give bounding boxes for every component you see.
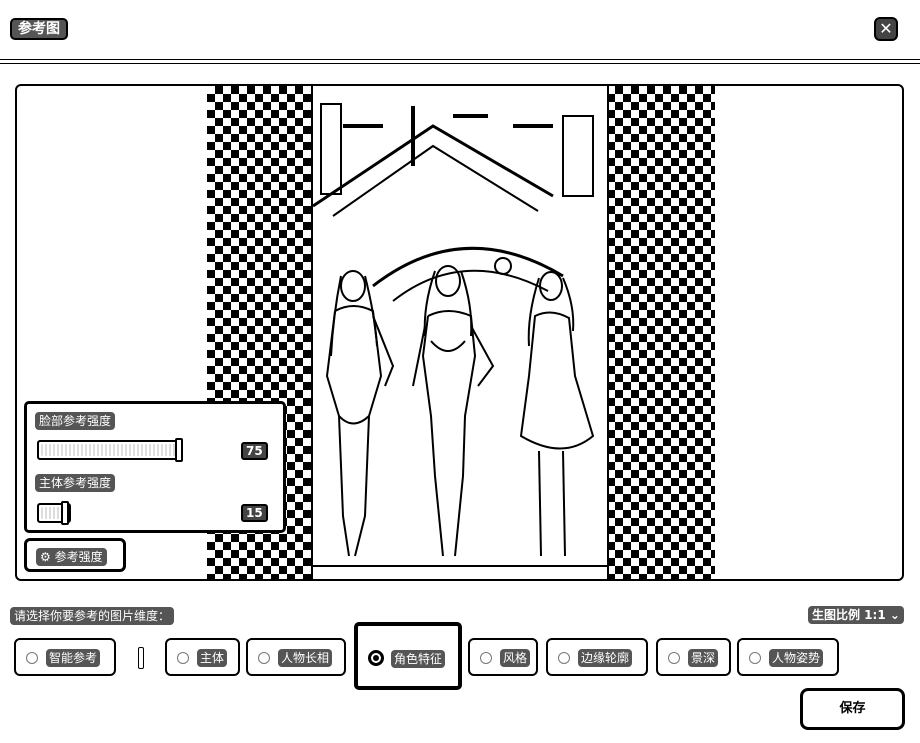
radio-icon <box>749 652 761 664</box>
dimension-option-label: 景深 <box>688 649 719 667</box>
dimension-option-subject[interactable]: 主体 <box>165 638 240 676</box>
face-strength-fill <box>41 444 177 456</box>
sliders-icon: ⚙ <box>40 550 51 564</box>
reference-strength-button[interactable]: ⚙ 参考强度 <box>24 538 126 572</box>
dimension-option-label: 边缘轮廓 <box>578 649 633 667</box>
option-divider <box>138 647 144 669</box>
dimension-option-character[interactable]: 角色特征 <box>354 622 462 690</box>
dimension-option-edge[interactable]: 边缘轮廓 <box>546 638 648 676</box>
aspect-ratio-label: 生图比例 1:1 <box>812 608 886 622</box>
dialog-header: 参考图 ✕ <box>0 0 920 64</box>
dimension-option-label: 主体 <box>197 649 228 667</box>
dimension-option-style[interactable]: 风格 <box>468 638 538 676</box>
subject-strength-handle[interactable] <box>61 501 69 525</box>
dimension-option-label: 风格 <box>500 649 531 667</box>
radio-icon <box>480 652 492 664</box>
radio-icon <box>258 652 270 664</box>
dimension-prompt: 请选择你要参考的图片维度： <box>10 607 175 625</box>
reference-strength-button-label: 参考强度 <box>54 550 103 564</box>
dimension-option-pose[interactable]: 人物姿势 <box>737 638 839 676</box>
face-strength-handle[interactable] <box>175 438 183 462</box>
radio-selected-icon <box>368 650 384 666</box>
save-button[interactable]: 保存 <box>800 688 905 730</box>
dimension-option-smart[interactable]: 智能参考 <box>14 638 116 676</box>
radio-icon <box>177 652 189 664</box>
dimension-option-label: 人物长相 <box>278 649 333 667</box>
close-icon: ✕ <box>879 19 893 38</box>
close-button[interactable]: ✕ <box>874 17 898 41</box>
aspect-ratio-selector[interactable]: 生图比例 1:1 ⌄ <box>808 606 904 624</box>
subject-strength-label: 主体参考强度 <box>35 474 116 492</box>
reference-strength-button-content: ⚙ 参考强度 <box>36 548 107 566</box>
dimension-option-label: 智能参考 <box>46 649 101 667</box>
reference-preview-panel: 脸部参考强度 75 主体参考强度 15 ⚙ 参考强度 <box>15 84 904 581</box>
dialog-title: 参考图 <box>10 18 68 40</box>
radio-icon <box>26 652 38 664</box>
dimension-option-label: 人物姿势 <box>769 649 824 667</box>
reference-strength-panel: 脸部参考强度 75 主体参考强度 15 <box>24 401 286 533</box>
reference-image <box>311 86 609 579</box>
header-divider <box>0 59 920 64</box>
subject-strength-fill <box>41 507 63 519</box>
face-strength-label: 脸部参考强度 <box>35 412 116 430</box>
radio-icon <box>668 652 680 664</box>
dimension-option-face[interactable]: 人物长相 <box>246 638 346 676</box>
chevron-down-icon: ⌄ <box>889 608 900 622</box>
dimension-option-label: 角色特征 <box>391 650 446 668</box>
radio-icon <box>558 652 570 664</box>
subject-strength-value[interactable]: 15 <box>241 504 268 522</box>
dimension-option-depth[interactable]: 景深 <box>656 638 731 676</box>
face-strength-value[interactable]: 75 <box>241 442 268 460</box>
reference-photo <box>313 86 607 579</box>
face-strength-slider[interactable] <box>37 440 183 460</box>
